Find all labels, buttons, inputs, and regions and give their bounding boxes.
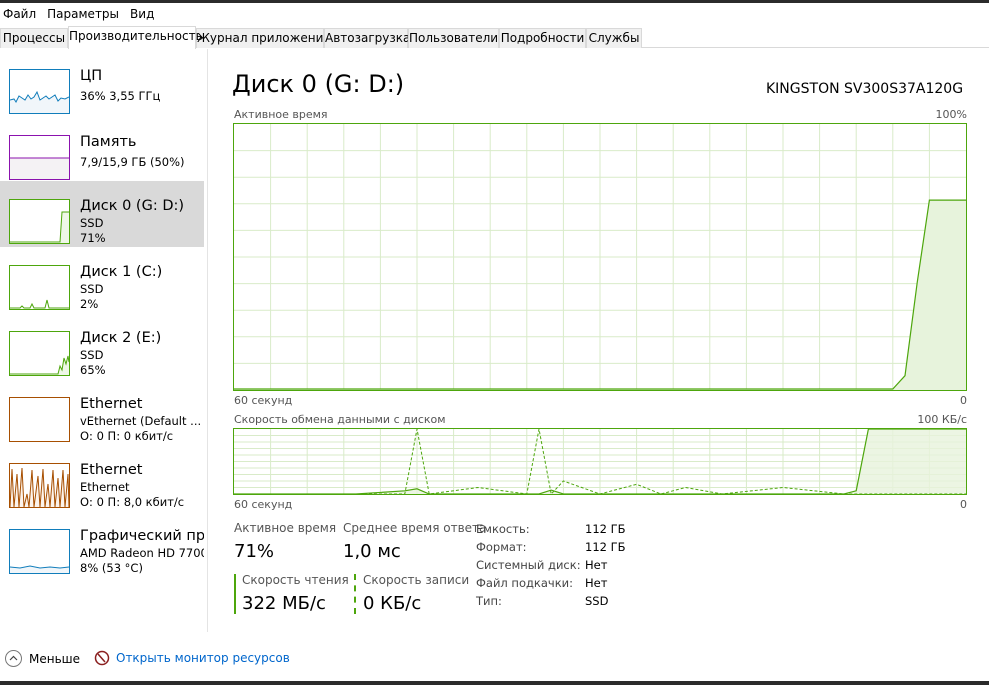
footer-bar: Меньше Открыть монитор ресурсов xyxy=(0,645,989,675)
tab-performance[interactable]: Производительность xyxy=(68,26,203,49)
resource-monitor-icon xyxy=(94,650,110,666)
sidebar-item-title: Диск 2 (E:) xyxy=(80,330,162,346)
fewer-details-label: Меньше xyxy=(29,651,81,666)
graph-transfer-rate-min: 0 xyxy=(960,498,967,511)
performance-sidebar: ЦП 36% 3,55 ГГц Память 7,9/15,9 ГБ (50%)… xyxy=(0,49,208,632)
memory-thumbnail-graph xyxy=(9,135,70,180)
sidebar-item-title: Диск 0 (G: D:) xyxy=(80,198,185,214)
active-time-graph xyxy=(233,123,967,391)
tab-bar: Процессы Производительность Журнал прило… xyxy=(0,26,989,49)
sidebar-item-disk-0[interactable]: Диск 0 (G: D:) SSD 71% xyxy=(0,181,204,247)
sidebar-item-title: Ethernet xyxy=(80,462,143,478)
sidebar-item-adapter: AMD Radeon HD 7700 S xyxy=(80,546,204,560)
menu-view[interactable]: Вид xyxy=(130,7,154,21)
menu-file[interactable]: Файл xyxy=(3,7,36,21)
graph-active-time-label: Активное время xyxy=(234,108,328,121)
page-file-value: Нет xyxy=(585,576,608,590)
system-disk-label: Системный диск: xyxy=(476,558,581,572)
graph-active-time-duration: 60 секунд xyxy=(234,394,293,407)
transfer-rate-chart xyxy=(234,429,966,494)
disk-1-thumbnail-graph xyxy=(9,265,70,310)
write-speed-legend-line xyxy=(354,574,356,614)
sidebar-item-usage: 65% xyxy=(80,363,106,377)
format-label: Формат: xyxy=(476,540,527,554)
type-label: Тип: xyxy=(476,594,502,608)
fewer-details-button[interactable]: Меньше xyxy=(5,650,80,667)
capacity-value: 112 ГБ xyxy=(585,522,626,536)
sidebar-item-throughput: О: 0 П: 8,0 кбит/с xyxy=(80,495,185,509)
sidebar-item-detail: 7,9/15,9 ГБ (50%) xyxy=(80,155,185,169)
read-speed-legend-line xyxy=(234,574,236,614)
page-file-label: Файл подкачки: xyxy=(476,576,574,590)
chevron-up-icon xyxy=(5,650,22,667)
disk-2-thumbnail-graph xyxy=(9,331,70,376)
menu-bar: Файл Параметры Вид xyxy=(0,4,989,24)
graph-transfer-rate-max: 100 КБ/с xyxy=(917,413,967,426)
sidebar-item-detail: 36% 3,55 ГГц xyxy=(80,89,161,103)
window-bottom-border xyxy=(0,681,989,685)
sidebar-item-adapter: vEthernet (Default ... xyxy=(80,414,200,428)
sidebar-item-title: Память xyxy=(80,134,137,150)
sidebar-item-usage: 2% xyxy=(80,297,99,311)
resource-monitor-link-label: Открыть монитор ресурсов xyxy=(116,651,290,665)
sidebar-item-title: Ethernet xyxy=(80,396,143,412)
write-speed-stat-value: 0 КБ/с xyxy=(363,593,422,614)
sidebar-item-ethernet[interactable]: Ethernet Ethernet О: 0 П: 8,0 кбит/с xyxy=(0,445,204,511)
window-top-border xyxy=(0,0,989,3)
read-speed-stat-value: 322 МБ/с xyxy=(242,593,326,614)
sidebar-item-type: SSD xyxy=(80,348,104,362)
active-time-chart xyxy=(234,124,966,390)
menu-options[interactable]: Параметры xyxy=(47,7,119,21)
graph-active-time-max: 100% xyxy=(935,108,967,121)
sidebar-item-usage: 8% (53 °C) xyxy=(80,561,143,575)
graph-active-time-min: 0 xyxy=(960,394,967,407)
sidebar-item-disk-1[interactable]: Диск 1 (C:) SSD 2% xyxy=(0,247,204,313)
sidebar-item-type: SSD xyxy=(80,282,104,296)
sidebar-item-cpu[interactable]: ЦП 36% 3,55 ГГц xyxy=(0,51,204,117)
sidebar-item-throughput: О: 0 П: 0 кбит/с xyxy=(80,429,174,443)
type-value: SSD xyxy=(585,594,609,608)
sidebar-item-disk-2[interactable]: Диск 2 (E:) SSD 65% xyxy=(0,313,204,379)
sidebar-item-title: Графический про xyxy=(80,528,204,544)
tab-processes[interactable]: Процессы xyxy=(0,28,68,48)
page-title: Диск 0 (G: D:) xyxy=(232,70,405,98)
read-speed-stat-label: Скорость чтения xyxy=(242,573,349,587)
sidebar-item-memory[interactable]: Память 7,9/15,9 ГБ (50%) xyxy=(0,117,204,183)
sidebar-item-title: Диск 1 (C:) xyxy=(80,264,163,280)
active-time-stat-value: 71% xyxy=(234,541,275,562)
sidebar-item-gpu[interactable]: Графический про AMD Radeon HD 7700 S 8% … xyxy=(0,511,204,577)
sidebar-item-ethernet-vethernet[interactable]: Ethernet vEthernet (Default ... О: 0 П: … xyxy=(0,379,204,445)
tab-services[interactable]: Службы xyxy=(586,28,642,48)
transfer-rate-graph xyxy=(233,428,967,495)
active-time-stat-label: Активное время xyxy=(234,521,337,535)
disk-model-name: KINGSTON SV300S37A120G xyxy=(766,81,964,97)
response-time-stat-value: 1,0 мс xyxy=(343,541,401,562)
ethernet-thumbnail-graph xyxy=(9,397,70,442)
format-value: 112 ГБ xyxy=(585,540,626,554)
capacity-label: Емкость: xyxy=(476,522,530,536)
sidebar-item-adapter: Ethernet xyxy=(80,480,130,494)
system-disk-value: Нет xyxy=(585,558,608,572)
tab-users[interactable]: Пользователи xyxy=(408,28,499,48)
graph-transfer-rate-duration: 60 секунд xyxy=(234,498,293,511)
tab-details[interactable]: Подробности xyxy=(499,28,586,48)
cpu-thumbnail-graph xyxy=(9,69,70,114)
sidebar-item-usage: 71% xyxy=(80,231,106,245)
sidebar-item-type: SSD xyxy=(80,216,104,230)
tab-app-history[interactable]: Журнал приложений xyxy=(196,28,331,48)
disk-0-thumbnail-graph xyxy=(9,199,70,244)
tab-startup[interactable]: Автозагрузка xyxy=(324,28,410,48)
write-speed-stat-label: Скорость записи xyxy=(363,573,470,587)
sidebar-item-title: ЦП xyxy=(80,68,103,84)
response-time-stat-label: Среднее время ответа xyxy=(343,521,487,535)
ethernet-thumbnail-graph xyxy=(9,463,70,508)
gpu-thumbnail-graph xyxy=(9,529,70,574)
open-resource-monitor-link[interactable]: Открыть монитор ресурсов xyxy=(94,650,290,666)
graph-transfer-rate-label: Скорость обмена данными с диском xyxy=(234,413,446,426)
